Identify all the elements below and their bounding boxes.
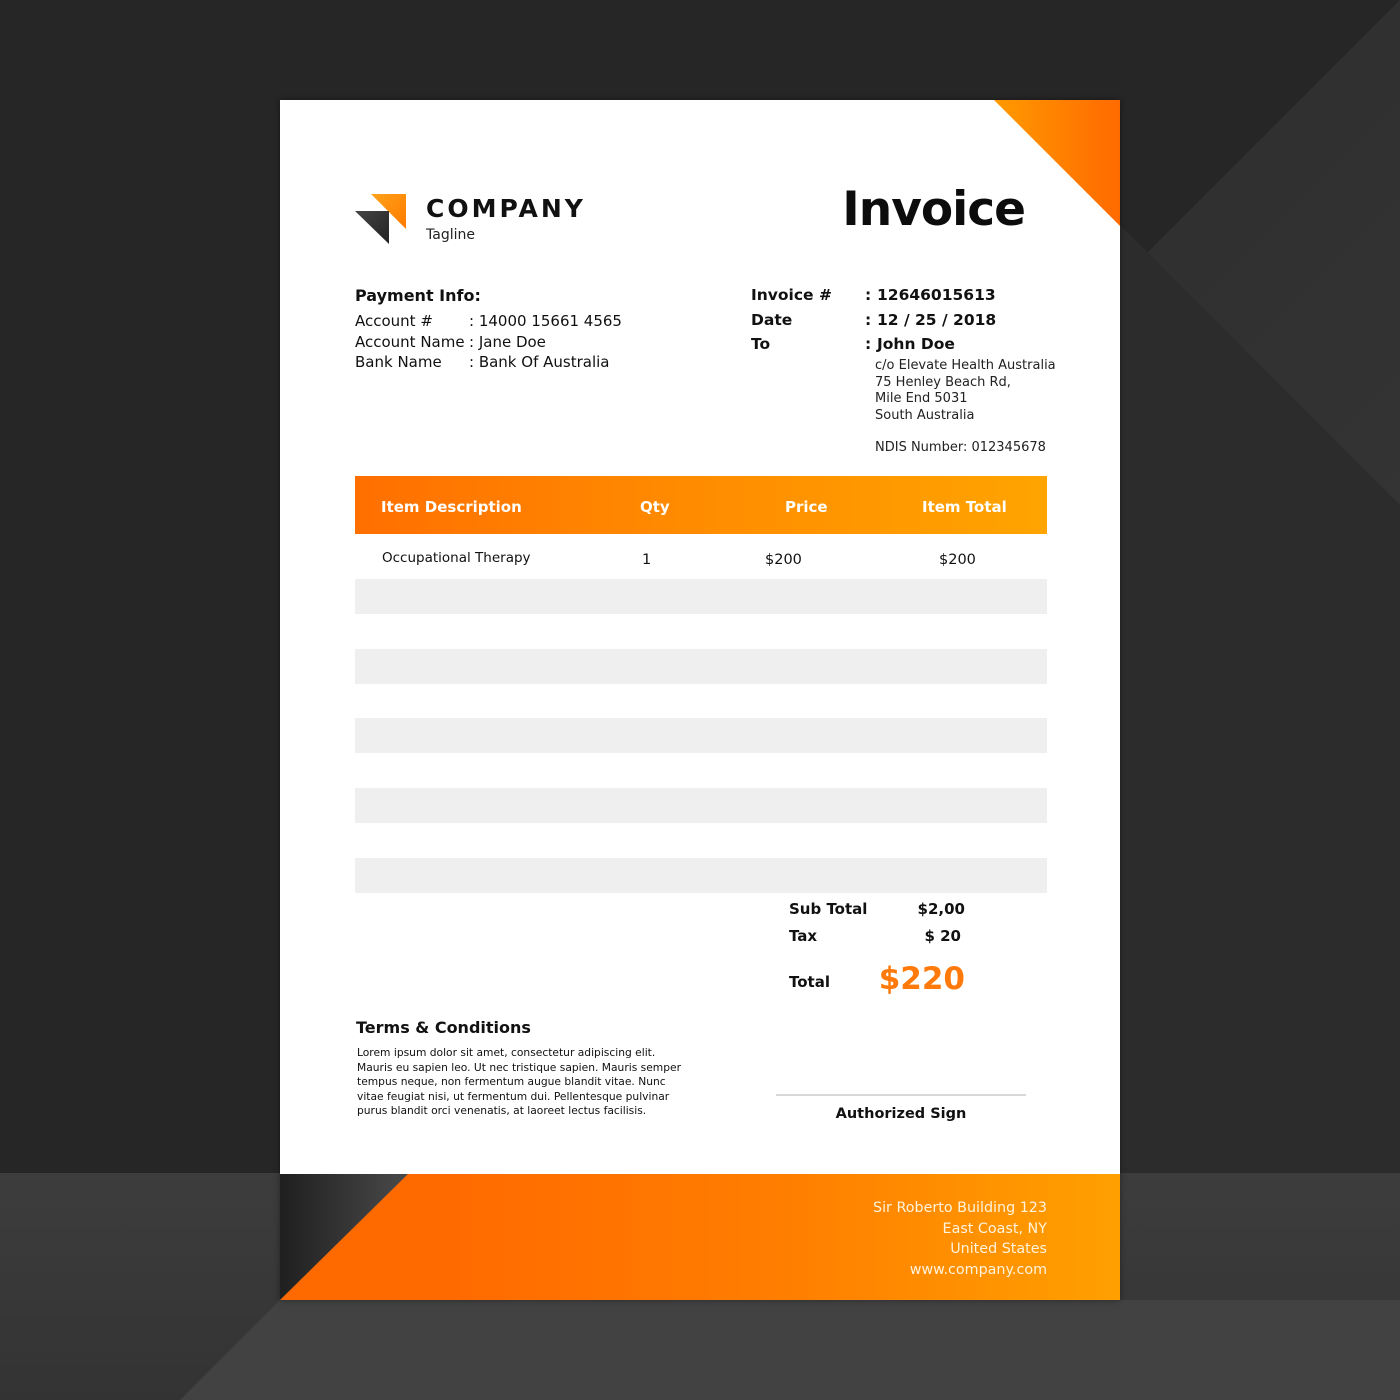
field-value: 12646015613 xyxy=(877,286,996,304)
field-label: Bank Name xyxy=(355,353,442,371)
field-label: To xyxy=(751,335,771,353)
meta-row-date: Date : 12 / 25 / 2018 xyxy=(751,311,996,336)
invoice-meta: Invoice # : 12646015613 Date : 12 / 25 /… xyxy=(751,286,996,360)
signature-line xyxy=(776,1094,1026,1096)
field-value: 12 / 25 / 2018 xyxy=(877,310,997,329)
table-row-empty xyxy=(355,718,1047,753)
tax-value: $ 20 xyxy=(924,927,961,945)
terms-text: Lorem ipsum dolor sit amet, consectetur … xyxy=(357,1046,681,1117)
separator: : xyxy=(865,286,872,304)
address-line: Mile End 5031 xyxy=(875,391,968,407)
table-row: Occupational Therapy 1 $200 $200 xyxy=(355,534,1047,579)
field-value: : 14000 15661 4565 xyxy=(469,312,622,330)
company-logo-icon xyxy=(355,194,406,244)
signature-label: Authorized Sign xyxy=(835,1106,967,1122)
background-facet xyxy=(180,1300,1400,1400)
website-link[interactable]: www.company.com xyxy=(873,1260,1047,1281)
address-line: United States xyxy=(950,1241,1047,1257)
invoice-sheet: COMPANY Tagline Invoice Payment Info: Ac… xyxy=(280,100,1120,1300)
meta-row-to: To : John Doe xyxy=(751,335,996,360)
items-table-header: Item Description Qty Price Item Total xyxy=(355,476,1047,534)
separator: : xyxy=(865,335,872,353)
column-header-item-total: Item Total xyxy=(922,498,1007,516)
table-row-empty xyxy=(355,649,1047,684)
address-line: 75 Henley Beach Rd, xyxy=(875,374,1011,390)
cell-description: Occupational Therapy xyxy=(382,550,531,566)
table-row-empty xyxy=(355,788,1047,823)
recipient-address: c/o Elevate Health Australia 75 Henley B… xyxy=(875,358,1056,425)
payment-row-bank-name: Bank Name : Bank Of Australia xyxy=(355,353,622,374)
document-title: Invoice xyxy=(842,182,1026,237)
table-row-empty xyxy=(355,858,1047,893)
address-line: c/o Elevate Health Australia xyxy=(875,358,1056,373)
field-label: Account Name xyxy=(355,332,465,351)
address-line: East Coast, NY xyxy=(942,1220,1047,1237)
cell-price: $200 xyxy=(765,552,802,568)
meta-row-invoice-number: Invoice # : 12646015613 xyxy=(751,286,996,311)
field-label: Account # xyxy=(355,312,433,330)
total-value: $220 xyxy=(878,961,965,997)
payment-info: Account # : 14000 15661 4565 Account Nam… xyxy=(355,312,622,374)
address-line: South Australia xyxy=(875,408,975,424)
footer-band: Sir Roberto Building 123 East Coast, NY … xyxy=(280,1174,1120,1300)
terms-heading: Terms & Conditions xyxy=(356,1018,531,1037)
cell-item-total: $200 xyxy=(939,552,976,568)
field-value: John Doe xyxy=(877,335,955,353)
payment-row-account-number: Account # : 14000 15661 4565 xyxy=(355,312,622,333)
field-value: : Bank Of Australia xyxy=(469,353,610,371)
field-label: Date xyxy=(751,310,793,329)
column-header-price: Price xyxy=(785,498,828,516)
payment-info-heading: Payment Info: xyxy=(355,286,481,305)
payment-row-account-name: Account Name : Jane Doe xyxy=(355,333,622,354)
ndis-number: NDIS Number: 012345678 xyxy=(875,440,1046,455)
cell-qty: 1 xyxy=(642,552,652,568)
field-value: : Jane Doe xyxy=(469,332,546,351)
field-label: Invoice # xyxy=(751,286,832,304)
table-row-empty xyxy=(355,579,1047,614)
separator: : xyxy=(865,310,872,329)
footer-decoration xyxy=(280,1174,408,1300)
company-tagline: Tagline xyxy=(426,227,475,243)
subtotal-value: $2,00 xyxy=(917,900,965,918)
company-address: Sir Roberto Building 123 East Coast, NY … xyxy=(873,1198,1047,1280)
column-header-description: Item Description xyxy=(381,498,522,516)
company-name: COMPANY xyxy=(426,194,586,223)
address-line: Sir Roberto Building 123 xyxy=(873,1200,1047,1216)
column-header-qty: Qty xyxy=(640,498,670,516)
